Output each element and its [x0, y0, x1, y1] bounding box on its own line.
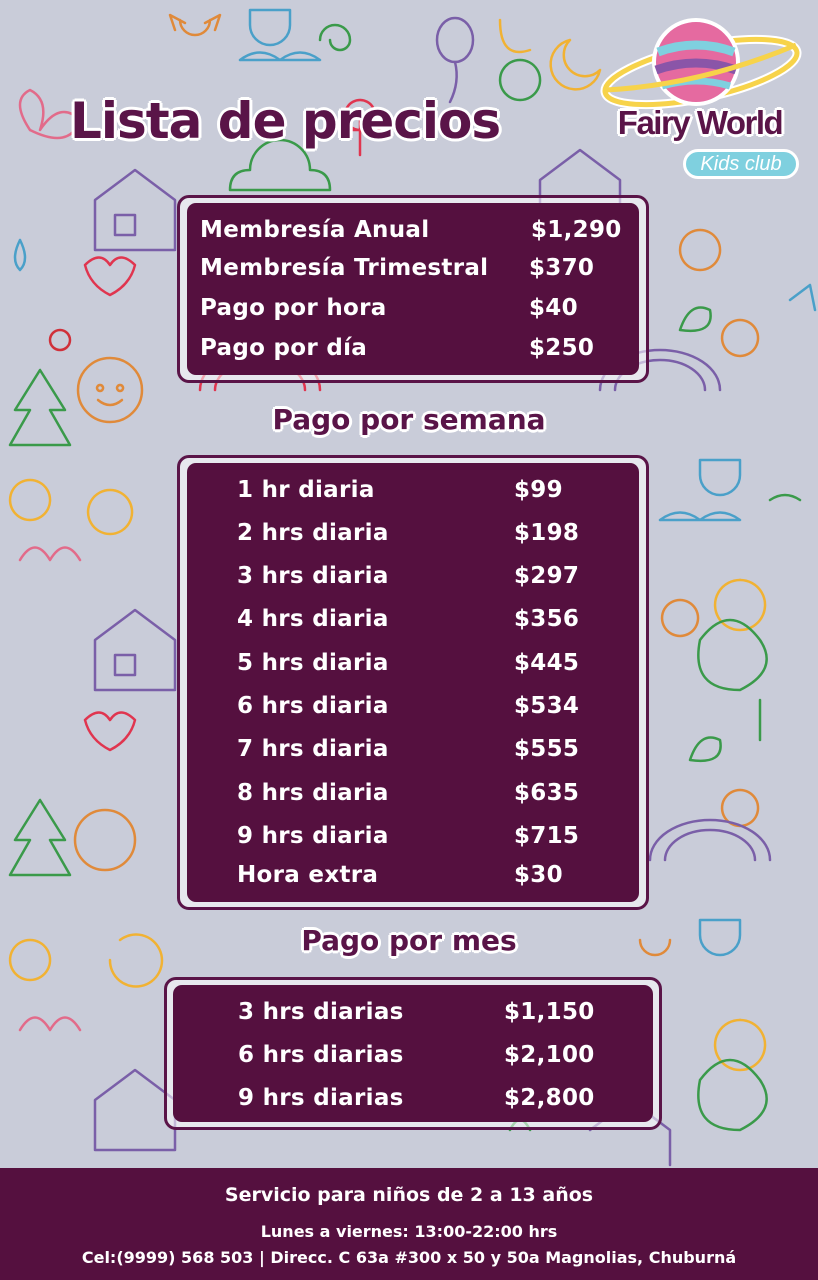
weekly-price-value: $555: [514, 736, 580, 762]
monthly-price-row: 3 hrs diarias $1,150: [173, 999, 653, 1039]
weekly-price-value: $715: [514, 823, 580, 849]
weekly-price-label: Hora extra: [237, 862, 379, 888]
price-row: Membresía Anual $1,290: [187, 217, 639, 257]
logo-brand-name: Fairy World: [617, 104, 784, 141]
logo-subtitle-badge: Kids club: [683, 149, 799, 179]
monthly-price-value: $1,150: [504, 999, 595, 1025]
general-prices-panel: Membresía Anual $1,290 Membresía Trimest…: [187, 203, 639, 375]
price-value: $250: [529, 335, 595, 361]
footer-service-text: Servicio para niños de 2 a 13 años: [224, 1184, 594, 1206]
weekly-price-value: $356: [514, 606, 580, 632]
weekly-price-label: 4 hrs diaria: [237, 606, 389, 632]
monthly-prices-panel: 3 hrs diarias $1,150 6 hrs diarias $2,10…: [173, 985, 653, 1122]
weekly-price-label: 9 hrs diaria: [237, 823, 389, 849]
weekly-price-label: 5 hrs diaria: [237, 650, 389, 676]
weekly-price-row: 9 hrs diaria $715: [187, 823, 639, 863]
price-label: Membresía Anual: [200, 217, 430, 243]
monthly-price-value: $2,100: [504, 1042, 595, 1068]
price-value: $370: [529, 255, 595, 281]
weekly-price-value: $297: [514, 563, 580, 589]
footer-hours-text: Lunes a viernes: 13:00-22:00 hrs: [260, 1222, 558, 1241]
footer-contact-text: Cel:(9999) 568 503 | Direcc. C 63a #300 …: [81, 1248, 737, 1267]
weekly-price-row: Hora extra $30: [187, 862, 639, 902]
weekly-price-row: 5 hrs diaria $445: [187, 650, 639, 690]
weekly-price-value: $198: [514, 520, 580, 546]
monthly-price-label: 6 hrs diarias: [238, 1042, 404, 1068]
monthly-price-value: $2,800: [504, 1085, 595, 1111]
weekly-price-label: 3 hrs diaria: [237, 563, 389, 589]
weekly-price-label: 6 hrs diaria: [237, 693, 389, 719]
weekly-price-label: 1 hr diaria: [237, 477, 375, 503]
weekly-price-value: $534: [514, 693, 580, 719]
weekly-price-value: $99: [514, 477, 563, 503]
monthly-price-row: 6 hrs diarias $2,100: [173, 1042, 653, 1082]
monthly-price-label: 9 hrs diarias: [238, 1085, 404, 1111]
weekly-price-label: 2 hrs diaria: [237, 520, 389, 546]
weekly-price-row: 1 hr diaria $99: [187, 477, 639, 517]
weekly-price-value: $635: [514, 780, 580, 806]
weekly-price-row: 3 hrs diaria $297: [187, 563, 639, 603]
weekly-price-row: 4 hrs diaria $356: [187, 606, 639, 646]
weekly-price-row: 2 hrs diaria $198: [187, 520, 639, 560]
weekly-prices-panel: 1 hr diaria $99 2 hrs diaria $198 3 hrs …: [187, 463, 639, 902]
weekly-section-title: Pago por semana: [272, 403, 546, 436]
weekly-price-value: $30: [514, 862, 563, 888]
price-row: Membresía Trimestral $370: [187, 255, 639, 295]
weekly-price-row: 6 hrs diaria $534: [187, 693, 639, 733]
price-row: Pago por día $250: [187, 335, 639, 375]
footer-bar: Servicio para niños de 2 a 13 años Lunes…: [0, 1168, 818, 1280]
page-title: Lista de precios: [70, 92, 501, 150]
price-label: Membresía Trimestral: [200, 255, 489, 281]
price-value: $40: [529, 295, 578, 321]
weekly-price-value: $445: [514, 650, 580, 676]
price-label: Pago por hora: [200, 295, 387, 321]
price-label: Pago por día: [200, 335, 368, 361]
price-value: $1,290: [531, 217, 622, 243]
weekly-price-row: 8 hrs diaria $635: [187, 780, 639, 820]
monthly-price-label: 3 hrs diarias: [238, 999, 404, 1025]
monthly-section-title: Pago por mes: [301, 924, 517, 957]
price-row: Pago por hora $40: [187, 295, 639, 335]
weekly-price-label: 8 hrs diaria: [237, 780, 389, 806]
weekly-price-row: 7 hrs diaria $555: [187, 736, 639, 776]
monthly-price-row: 9 hrs diarias $2,800: [173, 1085, 653, 1125]
weekly-price-label: 7 hrs diaria: [237, 736, 389, 762]
